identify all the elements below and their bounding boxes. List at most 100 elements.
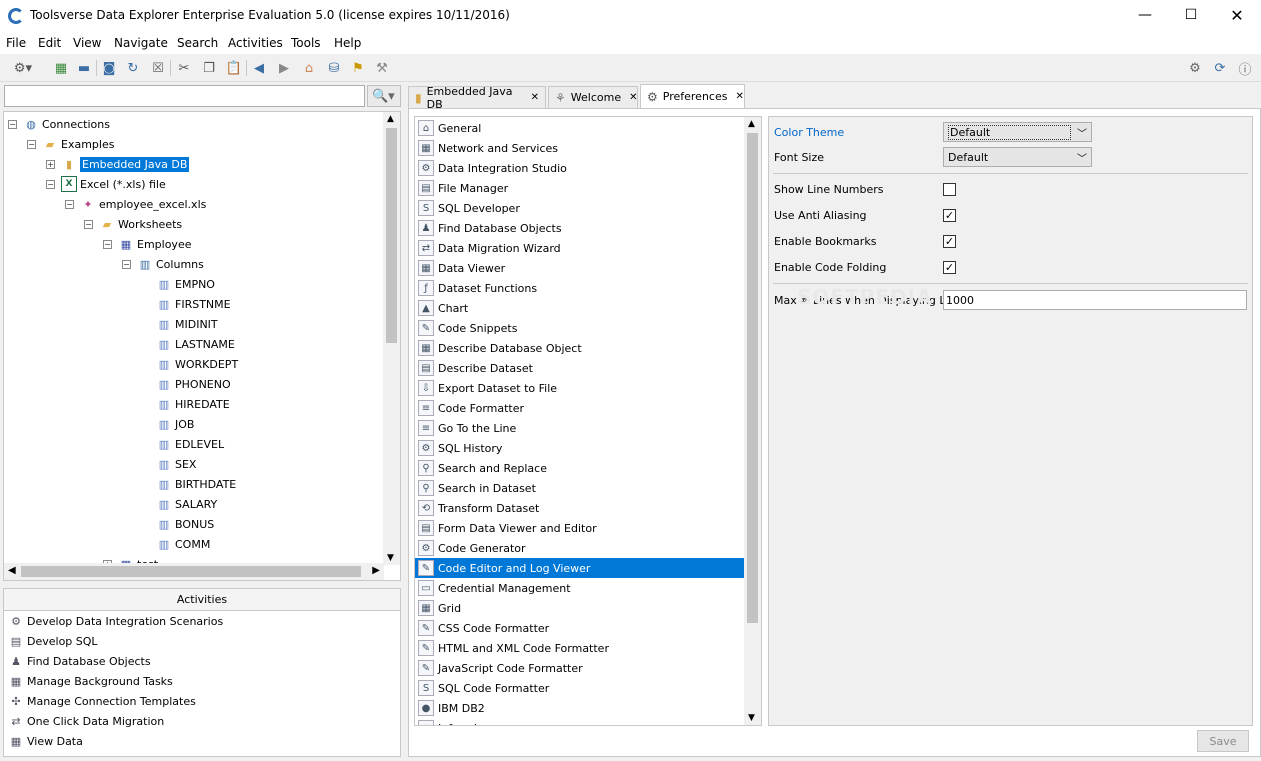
close-button[interactable]: ✕: [1214, 0, 1260, 30]
tree-item[interactable]: ▥ EDLEVEL: [141, 434, 224, 454]
menu-file[interactable]: File: [6, 36, 26, 50]
preference-item[interactable]: ● IBM DB2: [415, 698, 746, 718]
tree-item[interactable]: ▥ JOB: [141, 414, 195, 434]
preference-item[interactable]: ▤ Describe Dataset: [415, 358, 746, 378]
preference-item[interactable]: ✎ Code Snippets: [415, 318, 746, 338]
preference-item[interactable]: ≡ Go To the Line: [415, 418, 746, 438]
scroll-left-icon[interactable]: ◀: [8, 565, 16, 576]
preference-item[interactable]: ⚙ SQL History: [415, 438, 746, 458]
preference-item[interactable]: ▤ Form Data Viewer and Editor: [415, 518, 746, 538]
preference-item[interactable]: ⚙ Data Integration Studio: [415, 158, 746, 178]
close-tab-icon[interactable]: ✕: [735, 91, 743, 102]
activity-item[interactable]: ▦ View Data: [4, 731, 400, 751]
preference-item[interactable]: ⟲ Transform Dataset: [415, 498, 746, 518]
collapse-icon[interactable]: −: [8, 119, 17, 129]
tree-item[interactable]: ▥ MIDINIT: [141, 314, 218, 334]
preference-item[interactable]: ♟ Find Database Objects: [415, 218, 746, 238]
activity-item[interactable]: ✣ Manage Connection Templates: [4, 691, 400, 711]
activity-item[interactable]: ▤ Develop SQL: [4, 631, 400, 651]
select-icon[interactable]: ◙: [100, 59, 118, 77]
preference-item[interactable]: ▤ File Manager: [415, 178, 746, 198]
menu-activities[interactable]: Activities: [228, 36, 283, 50]
bookmarks-checkbox[interactable]: ✓: [943, 235, 956, 248]
scroll-up-icon[interactable]: ▲: [748, 119, 755, 129]
menu-help[interactable]: Help: [334, 36, 361, 50]
scroll-thumb[interactable]: [386, 128, 397, 343]
sync-icon[interactable]: ⟳: [1211, 59, 1229, 77]
preference-item[interactable]: S SQL Code Formatter: [415, 678, 746, 698]
color-theme-select[interactable]: Default ﹀: [943, 122, 1092, 142]
tools-icon[interactable]: ⚒: [373, 59, 391, 77]
search-button[interactable]: 🔍▾: [367, 85, 401, 107]
tree-item[interactable]: − ▰ Worksheets: [84, 214, 182, 234]
scroll-down-icon[interactable]: ▼: [387, 553, 394, 563]
preference-item[interactable]: ƒ Dataset Functions: [415, 278, 746, 298]
code-folding-checkbox[interactable]: ✓: [943, 261, 956, 274]
close-tab-icon[interactable]: ✕: [629, 92, 637, 103]
maximize-button[interactable]: ☐: [1168, 0, 1214, 30]
tree-item[interactable]: ▥ PHONENO: [141, 374, 231, 394]
cut-icon[interactable]: ✂: [175, 59, 193, 77]
menu-search[interactable]: Search: [177, 36, 218, 50]
connections-icon[interactable]: ⛁: [325, 59, 343, 77]
copy-icon[interactable]: ❐: [200, 59, 218, 77]
refresh-icon[interactable]: ↻: [124, 59, 142, 77]
back-icon[interactable]: ◀: [250, 59, 268, 77]
scroll-thumb[interactable]: [747, 133, 758, 623]
tree-item[interactable]: − ▦ Employee: [103, 234, 191, 254]
tab-preferences[interactable]: ⚙ Preferences ✕: [640, 84, 745, 108]
tree-search-input[interactable]: [4, 85, 365, 107]
paste-icon[interactable]: 📋: [225, 59, 243, 77]
preference-item[interactable]: ⚲ Search in Dataset: [415, 478, 746, 498]
filter-icon[interactable]: ⚑: [349, 59, 367, 77]
activity-item[interactable]: ▦ Manage Background Tasks: [4, 671, 400, 691]
tree-item[interactable]: ▥ SEX: [141, 454, 197, 474]
save-button[interactable]: Save: [1197, 730, 1249, 752]
stop-icon[interactable]: ☒: [149, 59, 167, 77]
tree-horizontal-scrollbar[interactable]: ◀ ▶: [4, 563, 384, 580]
remove-icon[interactable]: ▬: [75, 59, 93, 77]
collapse-icon[interactable]: −: [27, 139, 36, 149]
preference-item[interactable]: ✎ HTML and XML Code Formatter: [415, 638, 746, 658]
connect-dropdown-icon[interactable]: ⚙▾: [14, 59, 32, 77]
tree-item[interactable]: ▥ BONUS: [141, 514, 214, 534]
collapse-icon[interactable]: −: [103, 239, 112, 249]
collapse-icon[interactable]: −: [84, 219, 93, 229]
scroll-thumb[interactable]: [21, 566, 361, 577]
tree-item[interactable]: ▥ EMPNO: [141, 274, 215, 294]
preference-item[interactable]: ⚲ Search and Replace: [415, 458, 746, 478]
tree-item[interactable]: ▥ SALARY: [141, 494, 217, 514]
preference-item[interactable]: ▭ Credential Management: [415, 578, 746, 598]
menu-navigate[interactable]: Navigate: [114, 36, 168, 50]
font-size-select[interactable]: Default ﹀: [943, 147, 1092, 167]
tree-item[interactable]: ▥ WORKDEPT: [141, 354, 238, 374]
tree-item[interactable]: ▥ COMM: [141, 534, 211, 554]
activity-item[interactable]: ⇄ One Click Data Migration: [4, 711, 400, 731]
menu-view[interactable]: View: [73, 36, 101, 50]
preference-item[interactable]: ⇄ Data Migration Wizard: [415, 238, 746, 258]
tree-item[interactable]: ▥ BIRTHDATE: [141, 474, 236, 494]
preference-item[interactable]: ✎ CSS Code Formatter: [415, 618, 746, 638]
menu-tools[interactable]: Tools: [291, 36, 321, 50]
preference-item[interactable]: ▦ Data Viewer: [415, 258, 746, 278]
collapse-icon[interactable]: −: [46, 179, 55, 189]
anti-aliasing-checkbox[interactable]: ✓: [943, 209, 956, 222]
tree-item[interactable]: − ▥ Columns: [122, 254, 204, 274]
preference-item[interactable]: ⌂ General: [415, 118, 746, 138]
preference-item[interactable]: ⇩ Export Dataset to File: [415, 378, 746, 398]
preferences-scrollbar[interactable]: ▲ ▼: [744, 117, 761, 725]
scroll-up-icon[interactable]: ▲: [387, 114, 394, 124]
preference-item[interactable]: ✎ JavaScript Code Formatter: [415, 658, 746, 678]
tab-welcome[interactable]: ⚘ Welcome ✕: [548, 86, 638, 108]
tree-vertical-scrollbar[interactable]: ▲ ▼: [383, 112, 400, 565]
tree-item[interactable]: ▥ HIREDATE: [141, 394, 230, 414]
preference-item[interactable]: ▦ Network and Services: [415, 138, 746, 158]
tree-item[interactable]: − ▰ Examples: [27, 134, 114, 154]
preference-item[interactable]: ◆Informix: [415, 718, 746, 725]
preference-item[interactable]: ▲ Chart: [415, 298, 746, 318]
tree-item[interactable]: − X Excel (*.xls) file: [46, 174, 166, 194]
scroll-right-icon[interactable]: ▶: [372, 565, 380, 576]
collapse-icon[interactable]: −: [65, 199, 74, 209]
tree-item[interactable]: − ✦ employee_excel.xls: [65, 194, 206, 214]
activity-item[interactable]: ♟ Find Database Objects: [4, 651, 400, 671]
